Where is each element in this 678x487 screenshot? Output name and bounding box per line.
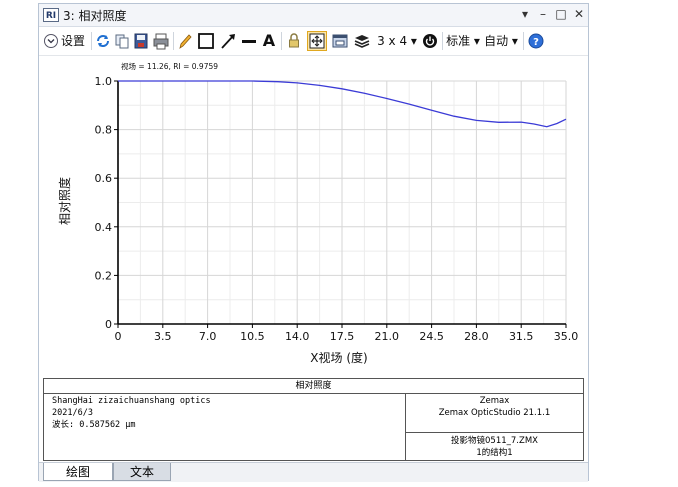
y-axis-label: 相对照度 bbox=[57, 177, 72, 225]
footer-title: 相对照度 bbox=[44, 379, 583, 394]
view-tabs: 绘图 文本 bbox=[39, 462, 588, 482]
y-tick-label: 0.2 bbox=[95, 269, 113, 282]
y-tick-label: 1.0 bbox=[95, 75, 113, 88]
toolbar-separator bbox=[91, 32, 92, 50]
lock-icon[interactable] bbox=[286, 31, 302, 51]
help-icon[interactable]: ? bbox=[527, 31, 545, 51]
pencil-icon[interactable] bbox=[177, 31, 193, 51]
arrow-icon[interactable] bbox=[219, 31, 237, 51]
window-app-icon: RI bbox=[43, 8, 59, 22]
plot-area: 0 3.5 7.0 10.5 14.0 17.5 21.0 24.5 28.0 31.5 35.0 0… bbox=[39, 56, 588, 376]
axes bbox=[114, 80, 567, 328]
x-tick-label: 3.5 bbox=[154, 330, 172, 343]
footer-filename: 投影物镜0511_7.ZMX bbox=[451, 436, 538, 446]
minimize-button[interactable]: – bbox=[535, 6, 551, 22]
toolbar: 设置 A 3 x 4 ▾ 标准 ▾ 自动 ▾ ? bbox=[39, 27, 588, 56]
rectangle-icon[interactable] bbox=[197, 31, 215, 51]
chart-annotation: 视场 = 11.26, RI = 0.9759 bbox=[121, 61, 218, 71]
x-tick-label: 31.5 bbox=[509, 330, 534, 343]
toolbar-separator bbox=[173, 32, 174, 50]
x-tick-label: 14.0 bbox=[285, 330, 310, 343]
footer-divider bbox=[405, 432, 583, 433]
footer-software-info: Zemax Zemax OpticStudio 21.1.1 bbox=[406, 395, 583, 419]
refresh-icon[interactable] bbox=[95, 31, 111, 51]
x-tick-label: 0 bbox=[115, 330, 122, 343]
y-tick-label: 0.8 bbox=[95, 124, 113, 137]
x-axis-label: X视场 (度) bbox=[310, 350, 367, 365]
maximize-button[interactable]: □ bbox=[553, 6, 569, 22]
footer-wavelength: 波长: 0.587562 µm bbox=[52, 420, 136, 430]
analysis-window: RI 3: 相对照度 ▾ – □ ✕ 设置 A 3 x 4 ▾ 标准 ▾ 自动 … bbox=[38, 3, 589, 482]
relative-illumination-chart: 0 3.5 7.0 10.5 14.0 17.5 21.0 24.5 28.0 31.5 35.0 0… bbox=[57, 61, 579, 365]
window-layout-icon[interactable] bbox=[331, 31, 349, 51]
tick-labels: 0 3.5 7.0 10.5 14.0 17.5 21.0 24.5 28.0 31.5 35.0 0… bbox=[95, 75, 579, 343]
tab-graph[interactable]: 绘图 bbox=[43, 463, 113, 481]
text-tool-icon[interactable]: A bbox=[261, 31, 277, 51]
footer-file-info: 投影物镜0511_7.ZMX 1的结构1 bbox=[406, 435, 583, 459]
copy-icon[interactable] bbox=[114, 31, 130, 51]
footer-software-version: Zemax OpticStudio 21.1.1 bbox=[438, 408, 551, 418]
layers-icon[interactable] bbox=[353, 31, 371, 51]
print-icon[interactable] bbox=[152, 31, 170, 51]
toolbar-separator bbox=[442, 32, 443, 50]
line-icon[interactable] bbox=[240, 31, 258, 51]
power-icon[interactable] bbox=[421, 31, 439, 51]
grid bbox=[117, 80, 567, 325]
close-button[interactable]: ✕ bbox=[571, 6, 587, 22]
svg-text:?: ? bbox=[533, 37, 539, 48]
standard-dropdown[interactable]: 标准 ▾ bbox=[445, 31, 481, 51]
y-tick-label: 0.6 bbox=[95, 172, 113, 185]
x-tick-label: 28.0 bbox=[464, 330, 489, 343]
footer-company: ShangHai zizaichuanshang optics bbox=[52, 396, 211, 406]
window-menu-icon[interactable]: ▾ bbox=[517, 6, 533, 22]
settings-button[interactable]: 设置 bbox=[61, 31, 89, 51]
y-tick-label: 0.4 bbox=[95, 221, 113, 234]
footer-vendor: Zemax bbox=[479, 396, 510, 406]
x-tick-label: 24.5 bbox=[419, 330, 444, 343]
toolbar-separator bbox=[281, 32, 282, 50]
x-tick-label: 10.5 bbox=[240, 330, 265, 343]
tab-text[interactable]: 文本 bbox=[113, 463, 171, 481]
x-tick-label: 17.5 bbox=[330, 330, 355, 343]
toolbar-separator bbox=[523, 32, 524, 50]
footer-date: 2021/6/3 bbox=[52, 408, 93, 418]
footer-info-left: ShangHai zizaichuanshang optics 2021/6/3… bbox=[52, 395, 211, 431]
save-icon[interactable] bbox=[133, 31, 149, 51]
settings-chevron-icon[interactable] bbox=[43, 31, 59, 51]
plot-footer: 相对照度 ShangHai zizaichuanshang optics 202… bbox=[43, 378, 584, 461]
auto-dropdown[interactable]: 自动 ▾ bbox=[483, 31, 519, 51]
fit-window-icon[interactable] bbox=[307, 31, 327, 51]
title-bar[interactable]: RI 3: 相对照度 ▾ – □ ✕ bbox=[39, 4, 588, 27]
footer-configuration: 1的结构1 bbox=[476, 448, 513, 458]
layout-grid-dropdown[interactable]: 3 x 4 ▾ bbox=[375, 31, 419, 51]
window-title: 3: 相对照度 bbox=[63, 9, 127, 23]
x-tick-label: 35.0 bbox=[554, 330, 579, 343]
x-tick-label: 7.0 bbox=[199, 330, 217, 343]
y-tick-label: 0 bbox=[105, 318, 112, 331]
x-tick-label: 21.0 bbox=[375, 330, 400, 343]
